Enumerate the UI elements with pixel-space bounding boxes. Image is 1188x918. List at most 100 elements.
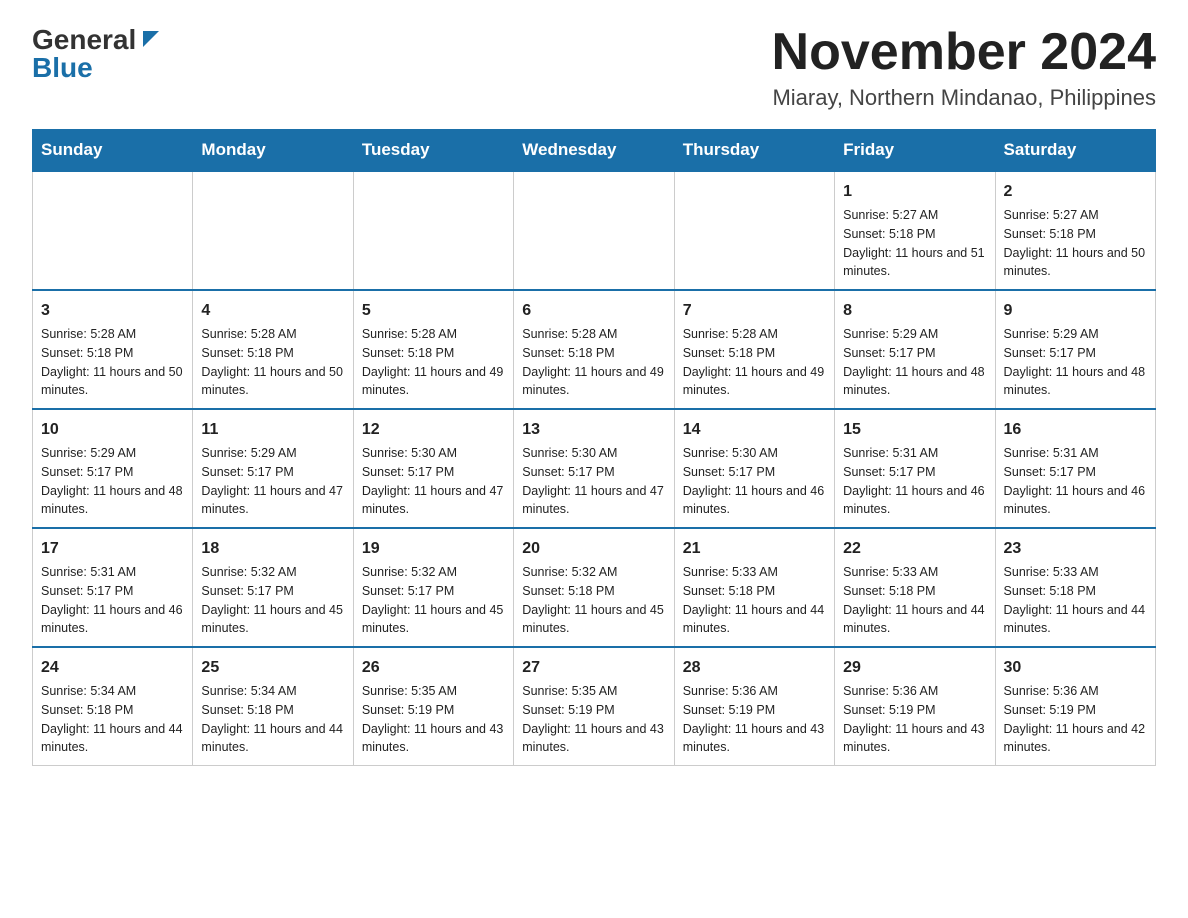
day-number: 12 [362, 418, 505, 442]
sunset-text: Sunset: 5:18 PM [843, 584, 935, 598]
daylight-text: Daylight: 11 hours and 46 minutes. [1004, 484, 1146, 517]
daylight-text: Daylight: 11 hours and 43 minutes. [362, 722, 504, 755]
day-info: Sunrise: 5:34 AMSunset: 5:18 PMDaylight:… [201, 682, 344, 757]
daylight-text: Daylight: 11 hours and 46 minutes. [843, 484, 985, 517]
table-row [33, 171, 193, 290]
sunrise-text: Sunrise: 5:31 AM [1004, 446, 1099, 460]
logo-flag-icon [139, 27, 161, 49]
sunset-text: Sunset: 5:19 PM [843, 703, 935, 717]
logo-blue-text: Blue [32, 52, 93, 84]
daylight-text: Daylight: 11 hours and 42 minutes. [1004, 722, 1146, 755]
sunrise-text: Sunrise: 5:28 AM [201, 327, 296, 341]
sunset-text: Sunset: 5:17 PM [843, 346, 935, 360]
day-info: Sunrise: 5:27 AMSunset: 5:18 PMDaylight:… [843, 206, 986, 281]
sunrise-text: Sunrise: 5:28 AM [41, 327, 136, 341]
day-number: 24 [41, 656, 184, 680]
daylight-text: Daylight: 11 hours and 44 minutes. [683, 603, 825, 636]
sunset-text: Sunset: 5:18 PM [522, 346, 614, 360]
daylight-text: Daylight: 11 hours and 43 minutes. [683, 722, 825, 755]
sunrise-text: Sunrise: 5:32 AM [362, 565, 457, 579]
day-number: 29 [843, 656, 986, 680]
table-row: 2Sunrise: 5:27 AMSunset: 5:18 PMDaylight… [995, 171, 1155, 290]
table-row: 10Sunrise: 5:29 AMSunset: 5:17 PMDayligh… [33, 409, 193, 528]
table-row: 13Sunrise: 5:30 AMSunset: 5:17 PMDayligh… [514, 409, 674, 528]
sunrise-text: Sunrise: 5:29 AM [1004, 327, 1099, 341]
day-info: Sunrise: 5:35 AMSunset: 5:19 PMDaylight:… [362, 682, 505, 757]
daylight-text: Daylight: 11 hours and 48 minutes. [41, 484, 183, 517]
daylight-text: Daylight: 11 hours and 50 minutes. [201, 365, 343, 398]
daylight-text: Daylight: 11 hours and 47 minutes. [522, 484, 664, 517]
daylight-text: Daylight: 11 hours and 44 minutes. [41, 722, 183, 755]
calendar-week-row: 17Sunrise: 5:31 AMSunset: 5:17 PMDayligh… [33, 528, 1156, 647]
day-number: 17 [41, 537, 184, 561]
logo: General Blue [32, 24, 161, 84]
sunrise-text: Sunrise: 5:28 AM [362, 327, 457, 341]
table-row: 11Sunrise: 5:29 AMSunset: 5:17 PMDayligh… [193, 409, 353, 528]
day-info: Sunrise: 5:33 AMSunset: 5:18 PMDaylight:… [683, 563, 826, 638]
day-info: Sunrise: 5:31 AMSunset: 5:17 PMDaylight:… [41, 563, 184, 638]
sunrise-text: Sunrise: 5:36 AM [683, 684, 778, 698]
sunset-text: Sunset: 5:17 PM [1004, 465, 1096, 479]
daylight-text: Daylight: 11 hours and 48 minutes. [1004, 365, 1146, 398]
table-row: 3Sunrise: 5:28 AMSunset: 5:18 PMDaylight… [33, 290, 193, 409]
sunrise-text: Sunrise: 5:30 AM [683, 446, 778, 460]
daylight-text: Daylight: 11 hours and 49 minutes. [683, 365, 825, 398]
sunset-text: Sunset: 5:17 PM [1004, 346, 1096, 360]
calendar-week-row: 3 Sunrise: 5:28 AM Sunset: 5:18 PM Daylight… [33, 290, 1156, 409]
day-info: Sunrise: 5:33 AMSunset: 5:18 PMDaylight:… [843, 563, 986, 638]
title-area: November 2024 Miaray, Northern Mindanao,… [772, 24, 1156, 111]
day-info: Sunrise: 5:36 AMSunset: 5:19 PMDaylight:… [1004, 682, 1147, 757]
daylight-text: Daylight: 11 hours and 45 minutes. [362, 603, 504, 636]
sunset-text: Sunset: 5:17 PM [201, 465, 293, 479]
day-info: Sunrise: 5:28 AM Sunset: 5:18 PM Daylight:… [201, 325, 344, 400]
day-info: Sunrise: 5:29 AMSunset: 5:17 PMDaylight:… [41, 444, 184, 519]
day-info: Sunrise: 5:28 AMSunset: 5:18 PMDaylight:… [683, 325, 826, 400]
day-number: 14 [683, 418, 826, 442]
day-info: Sunrise: 5:32 AMSunset: 5:17 PMDaylight:… [201, 563, 344, 638]
daylight-text: Daylight: 11 hours and 44 minutes. [1004, 603, 1146, 636]
sunset-text: Sunset: 5:17 PM [362, 584, 454, 598]
header-wednesday: Wednesday [514, 130, 674, 172]
day-info: Sunrise: 5:31 AMSunset: 5:17 PMDaylight:… [843, 444, 986, 519]
day-info: Sunrise: 5:30 AMSunset: 5:17 PMDaylight:… [522, 444, 665, 519]
day-info: Sunrise: 5:36 AMSunset: 5:19 PMDaylight:… [683, 682, 826, 757]
day-number: 23 [1004, 537, 1147, 561]
sunrise-text: Sunrise: 5:33 AM [843, 565, 938, 579]
table-row [193, 171, 353, 290]
day-number: 27 [522, 656, 665, 680]
sunset-text: Sunset: 5:18 PM [201, 346, 293, 360]
sunrise-text: Sunrise: 5:32 AM [522, 565, 617, 579]
day-info: Sunrise: 5:28 AMSunset: 5:18 PMDaylight:… [362, 325, 505, 400]
table-row: 17Sunrise: 5:31 AMSunset: 5:17 PMDayligh… [33, 528, 193, 647]
sunrise-text: Sunrise: 5:33 AM [683, 565, 778, 579]
daylight-text: Daylight: 11 hours and 48 minutes. [843, 365, 985, 398]
day-number: 3 [41, 299, 184, 323]
sunrise-text: Sunrise: 5:34 AM [41, 684, 136, 698]
sunrise-text: Sunrise: 5:30 AM [362, 446, 457, 460]
sunrise-text: Sunrise: 5:31 AM [41, 565, 136, 579]
sunset-text: Sunset: 5:18 PM [1004, 227, 1096, 241]
sunset-text: Sunset: 5:18 PM [843, 227, 935, 241]
table-row: 28Sunrise: 5:36 AMSunset: 5:19 PMDayligh… [674, 647, 834, 766]
daylight-text: Daylight: 11 hours and 46 minutes. [41, 603, 183, 636]
sunrise-text: Sunrise: 5:35 AM [522, 684, 617, 698]
day-info: Sunrise: 5:28 AMSunset: 5:18 PMDaylight:… [522, 325, 665, 400]
calendar-table: Sunday Monday Tuesday Wednesday Thursday… [32, 129, 1156, 766]
table-row: 26Sunrise: 5:35 AMSunset: 5:19 PMDayligh… [353, 647, 513, 766]
sunrise-text: Sunrise: 5:29 AM [201, 446, 296, 460]
sunrise-text: Sunrise: 5:36 AM [1004, 684, 1099, 698]
sunrise-text: Sunrise: 5:27 AM [1004, 208, 1099, 222]
calendar-week-row: 1Sunrise: 5:27 AMSunset: 5:18 PMDaylight… [33, 171, 1156, 290]
daylight-text: Daylight: 11 hours and 43 minutes. [843, 722, 985, 755]
day-number: 30 [1004, 656, 1147, 680]
day-info: Sunrise: 5:28 AMSunset: 5:18 PMDaylight:… [41, 325, 184, 400]
table-row [674, 171, 834, 290]
calendar-week-row: 24 Sunrise: 5:34 AMSunset: 5:18 PMDayligh… [33, 647, 1156, 766]
table-row: 4Sunrise: 5:28 AMSunset: 5:18 PMDaylight… [193, 290, 353, 409]
day-number: 25 [201, 656, 344, 680]
sunrise-text: Sunrise: 5:28 AM [522, 327, 617, 341]
table-row: 25Sunrise: 5:34 AMSunset: 5:18 PMDayligh… [193, 647, 353, 766]
daylight-text: Daylight: 11 hours and 49 minutes. [362, 365, 504, 398]
location-title: Miaray, Northern Mindanao, Philippines [772, 85, 1156, 111]
day-number: 20 [522, 537, 665, 561]
